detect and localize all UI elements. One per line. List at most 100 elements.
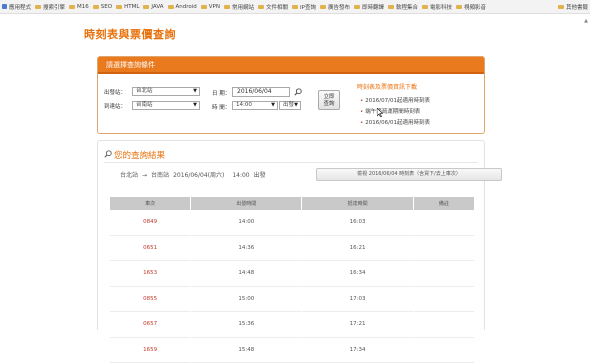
bookmark-label: 文件相關 bbox=[266, 3, 288, 11]
bookmark-label: 電影科技 bbox=[430, 3, 452, 11]
bookmark-item[interactable]: 即時翻譯 bbox=[354, 3, 384, 11]
to-station-select[interactable]: 台南站 ▼ bbox=[132, 101, 200, 110]
arrive-time: 17:34 bbox=[302, 338, 412, 363]
depart-time: 14:00 bbox=[191, 210, 301, 236]
other-bookmarks-label: 其他書籤 bbox=[566, 3, 588, 11]
bookmark-label: 即時翻譯 bbox=[362, 3, 384, 11]
summary-from: 台北站 bbox=[120, 172, 138, 179]
train-number-link[interactable]: 0657 bbox=[110, 312, 190, 338]
bookmark-label: HTML bbox=[124, 4, 139, 10]
arrive-time: 16:21 bbox=[302, 236, 412, 262]
bookmark-item[interactable]: 電影科技 bbox=[422, 3, 452, 11]
direction-select[interactable]: 出發 ▼ bbox=[279, 101, 301, 110]
download-section-title: 時刻表及票價資訊下載 bbox=[357, 82, 417, 91]
train-number-link[interactable]: 0849 bbox=[110, 210, 190, 236]
chevron-down-icon: ▼ bbox=[193, 102, 197, 109]
bookmark-label: JAVA bbox=[151, 4, 163, 10]
other-bookmarks[interactable]: 其他書籤 bbox=[558, 3, 588, 11]
arrive-time: 17:03 bbox=[302, 287, 412, 313]
bookmark-label: Android bbox=[176, 4, 197, 10]
results-summary: 台北站→台南站2016/06/04(周六)14:00出發 bbox=[120, 170, 270, 179]
folder-icon bbox=[224, 5, 230, 9]
bookmark-label: 常用網站 bbox=[232, 3, 254, 11]
bookmark-item[interactable]: 常用網站 bbox=[224, 3, 254, 11]
bullet-icon: • bbox=[360, 98, 363, 104]
bookmark-item[interactable]: IP查詢 bbox=[292, 3, 316, 11]
bookmark-item[interactable]: 廣告發布 bbox=[320, 3, 350, 11]
bookmark-item[interactable]: M16 bbox=[69, 4, 89, 10]
column-header-train: 車次 bbox=[110, 197, 190, 210]
apps-icon bbox=[2, 4, 7, 9]
folder-icon bbox=[258, 5, 264, 9]
table-row[interactable]: 0855 15:00 17:03 bbox=[110, 287, 474, 313]
bookmark-label: 視頻影音 bbox=[464, 3, 486, 11]
folder-icon bbox=[93, 5, 99, 9]
table-row[interactable]: 0849 14:00 16:03 bbox=[110, 210, 474, 236]
from-station-select[interactable]: 台北站 ▼ bbox=[132, 87, 200, 96]
summary-to: 台南站 bbox=[151, 172, 169, 179]
column-header-depart: 出發時間 bbox=[191, 197, 301, 210]
folder-icon bbox=[168, 5, 174, 9]
folder-icon bbox=[354, 5, 360, 9]
bookmark-label: 軟程集合 bbox=[396, 3, 418, 11]
download-link-2[interactable]: •端午節疏運期間時刻表 bbox=[360, 107, 420, 115]
table-row[interactable]: 1653 14:48 16:34 bbox=[110, 261, 474, 287]
note-cell bbox=[414, 210, 474, 236]
chevron-down-icon: ▼ bbox=[271, 102, 275, 109]
from-station-value: 台北站 bbox=[136, 88, 153, 94]
folder-icon bbox=[143, 5, 149, 9]
column-header-note: 備註 bbox=[414, 197, 474, 210]
results-divider bbox=[104, 162, 478, 163]
bookmark-item[interactable]: 文件相關 bbox=[258, 3, 288, 11]
folder-icon bbox=[116, 5, 122, 9]
folder-icon bbox=[35, 5, 41, 9]
bookmark-label: VPN bbox=[209, 4, 220, 10]
summary-date: 2016/06/04(周六) bbox=[173, 172, 224, 179]
bookmark-item[interactable]: 軟程集合 bbox=[388, 3, 418, 11]
train-number-link[interactable]: 1659 bbox=[110, 338, 190, 363]
download-link-1-label: 2016/07/01起適用時刻表 bbox=[365, 98, 430, 104]
column-header-arrive: 抵達時間 bbox=[302, 197, 412, 210]
search-icon bbox=[104, 150, 112, 158]
view-full-timetable-button[interactable]: 檢視 2016/06/04 時刻表（含買下/去上車次） bbox=[316, 168, 502, 181]
bookmark-item[interactable]: Android bbox=[168, 4, 197, 10]
bookmark-item[interactable]: HTML bbox=[116, 4, 139, 10]
train-number-link[interactable]: 0651 bbox=[110, 236, 190, 262]
table-row[interactable]: 0651 14:36 16:21 bbox=[110, 236, 474, 262]
summary-time: 14:00 bbox=[232, 172, 249, 179]
query-panel-header: 請選擇查詢條件 bbox=[98, 57, 484, 74]
bookmark-item[interactable]: SEO bbox=[93, 4, 112, 10]
train-number-link[interactable]: 0855 bbox=[110, 287, 190, 313]
scroll-up-arrow-icon[interactable]: ▲ bbox=[584, 18, 588, 24]
train-number-link[interactable]: 1653 bbox=[110, 261, 190, 287]
page-title: 時刻表與票價查詢 bbox=[84, 26, 176, 42]
time-value: 14:00 bbox=[236, 102, 252, 108]
table-row[interactable]: 1659 15:48 17:34 bbox=[110, 338, 474, 363]
bookmark-item[interactable]: VPN bbox=[201, 4, 220, 10]
folder-icon bbox=[388, 5, 394, 9]
time-select[interactable]: 14:00 ▼ bbox=[232, 101, 278, 110]
from-station-label: 出發站： bbox=[104, 88, 126, 96]
date-input[interactable]: 2016/06/04 bbox=[232, 87, 290, 97]
bookmarks-bar: 應用程式 搜索引擎 M16 SEO HTML JAVA Android VPN 常用網站 文件相關… bbox=[0, 0, 590, 14]
chevron-down-icon: ▼ bbox=[294, 102, 298, 109]
bookmark-item[interactable]: JAVA bbox=[143, 4, 163, 10]
download-link-1[interactable]: •2016/07/01起適用時刻表 bbox=[360, 96, 430, 104]
note-cell bbox=[414, 236, 474, 262]
depart-time: 15:36 bbox=[191, 312, 301, 338]
download-link-3[interactable]: •2016/06/01起適用時刻表 bbox=[360, 118, 430, 126]
bookmark-label: 應用程式 bbox=[9, 3, 31, 11]
date-search-icon[interactable] bbox=[294, 88, 302, 96]
summary-arrow: → bbox=[142, 172, 147, 179]
bookmark-item[interactable]: 搜索引擎 bbox=[35, 3, 65, 11]
depart-time: 14:48 bbox=[191, 261, 301, 287]
bookmark-label: 搜索引擎 bbox=[43, 3, 65, 11]
folder-icon bbox=[456, 5, 462, 9]
table-row[interactable]: 0657 15:36 17:21 bbox=[110, 312, 474, 338]
bookmark-label: IP查詢 bbox=[300, 3, 316, 11]
folder-icon bbox=[320, 5, 326, 9]
bookmark-item[interactable]: 應用程式 bbox=[2, 3, 31, 11]
bookmark-item[interactable]: 視頻影音 bbox=[456, 3, 486, 11]
folder-icon bbox=[201, 5, 207, 9]
submit-query-button[interactable]: 立即 查詢 bbox=[318, 90, 340, 110]
